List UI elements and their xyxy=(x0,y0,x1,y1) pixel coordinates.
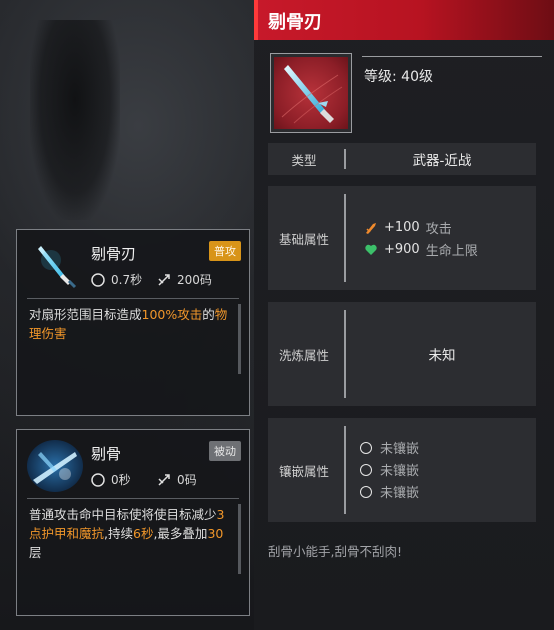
empty-socket-icon xyxy=(360,463,372,476)
base-attributes-row: 基础属性 +100 攻击 +900 生命上限 xyxy=(268,186,536,290)
frost-slash-icon xyxy=(27,440,83,492)
skill-card-normal-attack[interactable]: 剔骨刃 普攻 0.7秒 200码 对扇形范围目标造成100%攻击的物理伤害 xyxy=(16,229,250,416)
level-divider xyxy=(362,56,542,57)
attack-bonus: +100 攻击 xyxy=(364,218,452,237)
cooldown-icon xyxy=(91,272,105,287)
cooldown-value: 0秒 xyxy=(111,473,131,487)
item-level: 等级: 40级 xyxy=(364,69,433,85)
flavor-text: 刮骨小能手,刮骨不刮肉! xyxy=(268,544,402,559)
skill-tag-active: 普攻 xyxy=(209,241,241,261)
refine-attributes-label: 洗炼属性 xyxy=(278,347,329,363)
socket-status: 未镶嵌 xyxy=(380,442,420,457)
range-stat: 0码 xyxy=(157,471,197,488)
cooldown-stat: 0秒 xyxy=(91,471,131,488)
scrollbar[interactable] xyxy=(238,304,241,374)
desc-text: 层 xyxy=(29,545,42,560)
cooldown-stat: 0.7秒 xyxy=(91,271,142,288)
type-label: 类型 xyxy=(291,152,317,168)
range-icon xyxy=(158,273,170,286)
desc-text: 对扇形范围目标造成 xyxy=(29,307,142,322)
skill-description: 对扇形范围目标造成100%攻击的物理伤害 xyxy=(29,305,235,343)
health-bonus: +900 生命上限 xyxy=(364,240,478,259)
row-separator xyxy=(344,149,346,169)
row-separator xyxy=(344,194,346,282)
item-detail-panel: 剔骨刃 等级: 40级 类型 武器-近战 基础属性 +100 攻击 +900 生… xyxy=(254,0,554,630)
cooldown-icon xyxy=(91,472,105,487)
scrollbar[interactable] xyxy=(238,504,241,574)
desc-text: ,最多叠加 xyxy=(153,526,208,541)
health-value: +900 xyxy=(384,242,420,257)
attack-icon xyxy=(366,222,376,234)
item-icon-frame[interactable] xyxy=(270,53,352,133)
skill-name: 剔骨 xyxy=(91,445,122,463)
desc-text: 的 xyxy=(202,307,215,322)
panel-header: 剔骨刃 xyxy=(254,0,554,40)
empty-socket-icon xyxy=(360,441,372,454)
skill-tag-passive: 被动 xyxy=(209,441,241,461)
row-separator xyxy=(344,426,346,514)
cooldown-value: 0.7秒 xyxy=(111,273,143,287)
refine-value: 未知 xyxy=(428,348,456,364)
sword-icon xyxy=(274,57,348,129)
divider xyxy=(27,298,239,299)
skill-name: 剔骨刃 xyxy=(91,245,137,263)
socket-attributes-row: 镶嵌属性 未镶嵌 未镶嵌 未镶嵌 xyxy=(268,418,536,522)
desc-highlight: 100%攻击 xyxy=(141,307,203,322)
socket-attributes-label: 镶嵌属性 xyxy=(278,463,329,479)
desc-text: ,持续 xyxy=(104,526,133,541)
blue-blade-icon xyxy=(27,240,83,292)
socket-status: 未镶嵌 xyxy=(380,486,420,501)
skill-description: 普通攻击命中目标使将使目标减少3点护甲和魔抗,持续6秒,最多叠加30层 xyxy=(29,505,235,562)
desc-highlight: 6秒 xyxy=(133,526,154,541)
empty-socket-icon xyxy=(360,485,372,498)
desc-text: 普通攻击命中目标使将使目标减少 xyxy=(29,507,217,522)
item-title: 剔骨刃 xyxy=(268,12,322,33)
desc-highlight: 30 xyxy=(207,526,224,541)
divider xyxy=(27,498,239,499)
health-name: 生命上限 xyxy=(425,244,478,259)
type-row: 类型 武器-近战 xyxy=(268,143,536,175)
attack-value: +100 xyxy=(384,220,420,235)
range-value: 0码 xyxy=(177,473,197,487)
refine-attributes-row: 洗炼属性 未知 xyxy=(268,302,536,406)
socket-status: 未镶嵌 xyxy=(380,464,420,479)
socket-slot[interactable]: 未镶嵌 xyxy=(360,460,419,479)
range-icon xyxy=(158,473,170,486)
socket-slot[interactable]: 未镶嵌 xyxy=(360,482,419,501)
range-value: 200码 xyxy=(177,273,212,287)
socket-slot[interactable]: 未镶嵌 xyxy=(360,438,419,457)
base-attributes-label: 基础属性 xyxy=(278,231,329,247)
background-silhouette xyxy=(30,20,120,220)
heart-icon xyxy=(365,244,377,255)
type-value: 武器-近战 xyxy=(412,153,472,169)
attack-name: 攻击 xyxy=(425,222,452,237)
skill-card-passive[interactable]: 剔骨 被动 0秒 0码 普通攻击命中目标使将使目标减少3点护甲和魔抗,持续6秒,… xyxy=(16,429,250,616)
range-stat: 200码 xyxy=(157,271,212,288)
row-separator xyxy=(344,310,346,398)
